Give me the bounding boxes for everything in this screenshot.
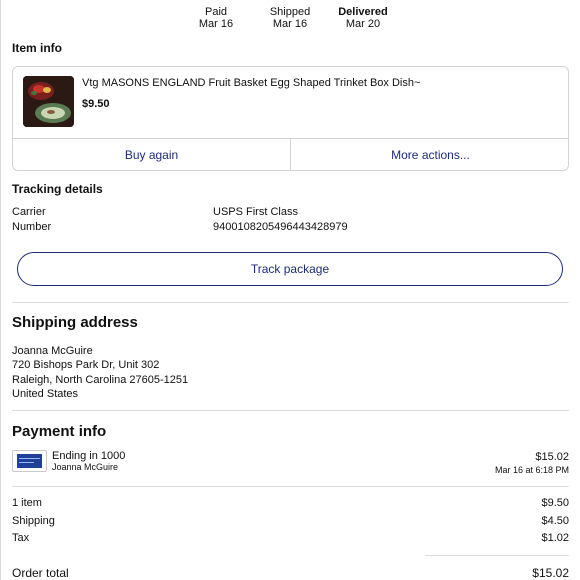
order-total-label: Order total (12, 566, 69, 580)
item-summary[interactable]: Vtg MASONS ENGLAND Fruit Basket Egg Shap… (13, 67, 568, 139)
shipping-address-title: Shipping address (12, 314, 138, 331)
item-card: Vtg MASONS ENGLAND Fruit Basket Egg Shap… (12, 66, 569, 171)
item-info-title: Item info (12, 41, 62, 55)
tax-value: $1.02 (541, 532, 569, 544)
divider (12, 302, 569, 303)
more-actions-button[interactable]: More actions... (291, 139, 568, 170)
payment-amount: $15.02 (535, 451, 569, 463)
order-progress: Paid Mar 16 Shipped Mar 16 Delivered Mar… (0, 6, 580, 34)
credit-card-icon (12, 450, 47, 472)
carrier-value: USPS First Class (213, 206, 298, 218)
tracking-number-value: 9400108205496443428979 (213, 221, 348, 233)
items-label: 1 item (12, 497, 42, 509)
step-label: Delivered (338, 6, 388, 18)
order-total-value: $15.02 (532, 566, 569, 580)
left-edge-divider (0, 0, 1, 580)
shipping-label: Shipping (12, 515, 55, 527)
items-value: $9.50 (541, 497, 569, 509)
tracking-number-label: Number (12, 221, 52, 233)
item-title[interactable]: Vtg MASONS ENGLAND Fruit Basket Egg Shap… (82, 77, 420, 89)
total-divider (425, 555, 569, 556)
shipping-value: $4.50 (541, 515, 569, 527)
tracking-details-title: Tracking details (12, 182, 103, 196)
tax-label: Tax (12, 532, 30, 544)
address-line-2: Raleigh, North Carolina 27605-1251 (12, 374, 189, 386)
divider (12, 410, 569, 411)
payment-info-title: Payment info (12, 423, 107, 440)
card-holder: Joanna McGuire (52, 462, 119, 472)
item-actions: Buy again More actions... (13, 139, 568, 170)
address-country: United States (12, 388, 79, 400)
address-line-1: 720 Bishops Park Dr, Unit 302 (12, 359, 160, 371)
card-ending: Ending in 1000 (52, 450, 126, 462)
item-price: $9.50 (82, 98, 110, 110)
item-photo (23, 76, 74, 127)
step-date: Mar 20 (345, 18, 381, 30)
carrier-label: Carrier (12, 206, 46, 218)
buy-again-button[interactable]: Buy again (13, 139, 291, 170)
track-package-button[interactable]: Track package (17, 252, 563, 286)
payment-date: Mar 16 at 6:18 PM (494, 465, 569, 475)
recipient-name: Joanna McGuire (12, 345, 93, 357)
divider (12, 486, 569, 487)
item-thumbnail[interactable] (23, 76, 74, 127)
progress-step-delivered: Delivered Mar 20 (318, 6, 408, 30)
